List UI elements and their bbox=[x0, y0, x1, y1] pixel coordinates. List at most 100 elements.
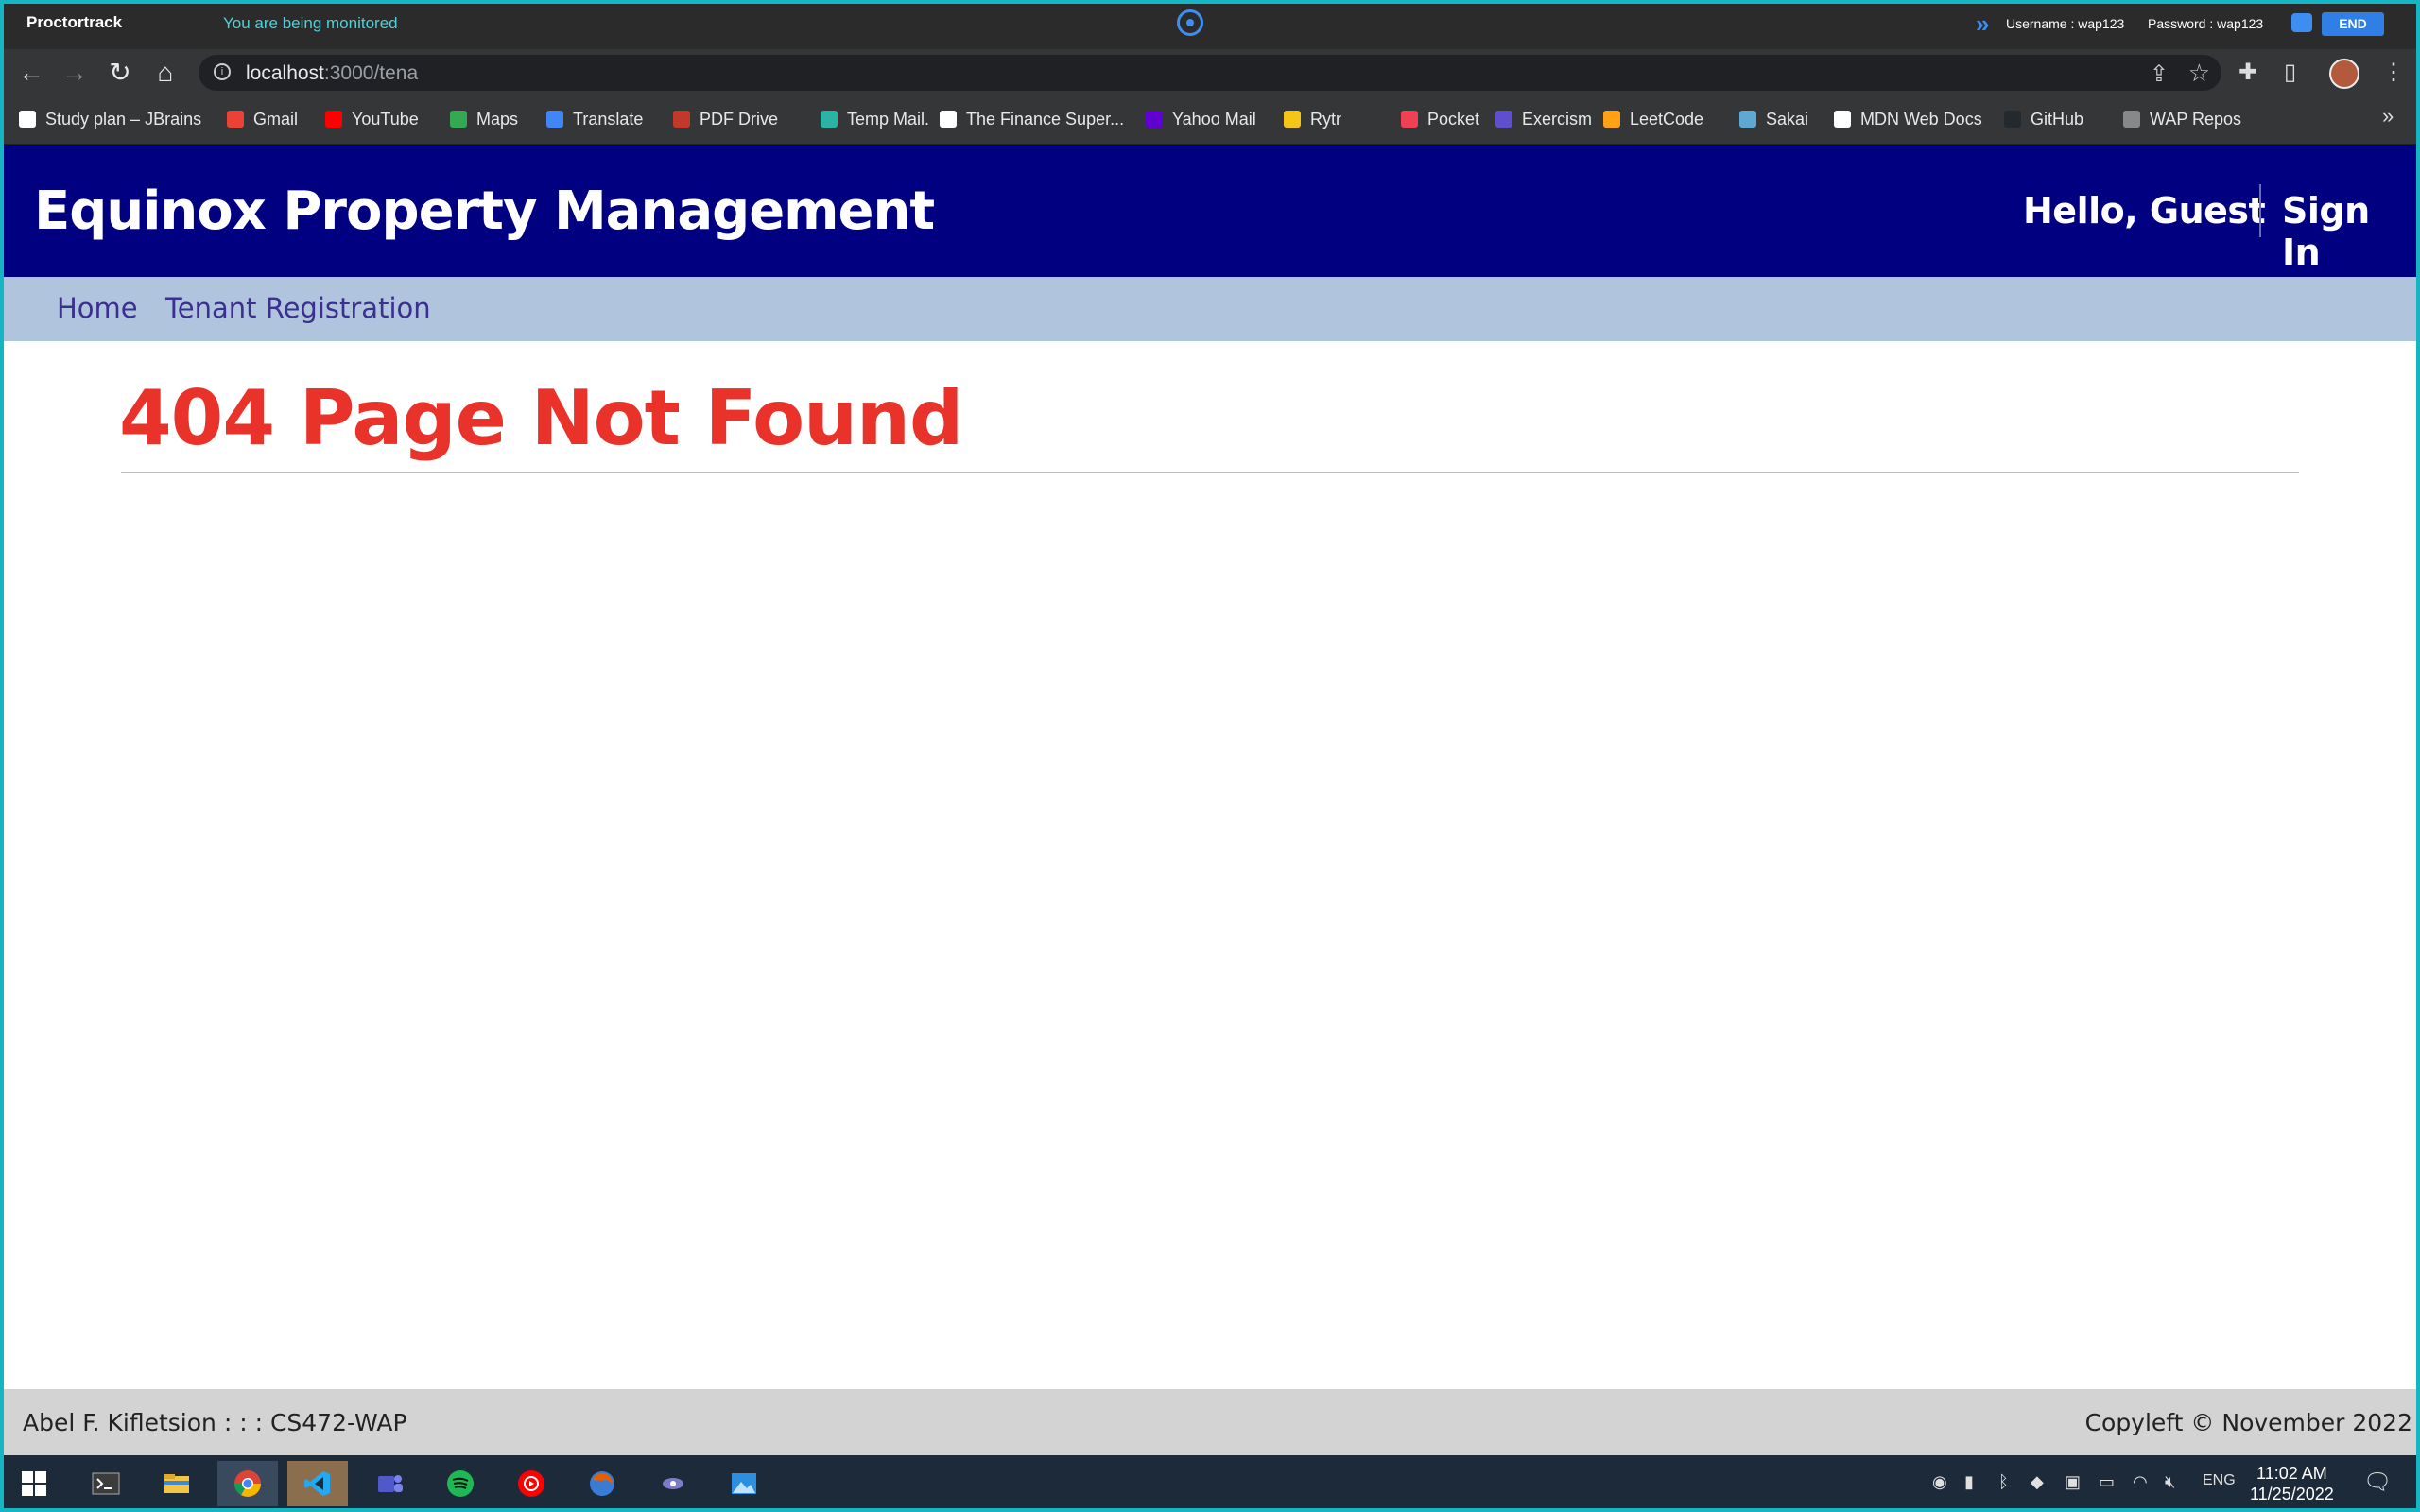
bookmark-label: Maps bbox=[476, 110, 519, 129]
bookmark-favicon-icon bbox=[450, 111, 467, 128]
bookmark-label: The Finance Super... bbox=[966, 110, 1125, 129]
bookmark-item[interactable]: Pocket bbox=[1401, 110, 1479, 129]
tab-indicator bbox=[1106, 0, 1380, 3]
microphone-icon[interactable]: ▮ bbox=[1964, 1472, 1974, 1492]
footer: Abel F. Kifletsion : : : CS472-WAP Copyl… bbox=[4, 1389, 2416, 1455]
taskbar: ◉ ▮ ᛒ ◆ ▣ ▭ ◠ 🔇︎ ENG 11:02 AM 11/25/2022… bbox=[0, 1455, 2420, 1512]
volume-muted-icon[interactable]: 🔇︎ bbox=[2165, 1472, 2175, 1492]
chevron-right-icon[interactable]: » bbox=[1976, 9, 1989, 39]
clock-time: 11:02 AM bbox=[2256, 1464, 2327, 1483]
bookmark-favicon-icon bbox=[821, 111, 838, 128]
page-title: 404 Page Not Found bbox=[119, 374, 963, 462]
bookmark-label: Study plan – JBrains bbox=[45, 110, 202, 129]
bookmark-item[interactable]: WAP Repos bbox=[2123, 110, 2241, 129]
eye-tray-icon[interactable]: ◉ bbox=[1932, 1472, 1947, 1492]
bookmark-favicon-icon bbox=[940, 111, 957, 128]
notifications-icon[interactable]: 🗨︎ bbox=[2363, 1469, 2392, 1496]
bookmark-label: Exercism bbox=[1522, 110, 1593, 129]
reload-icon[interactable]: ↻ bbox=[106, 59, 134, 87]
side-panel-icon[interactable]: ▯ bbox=[2284, 59, 2296, 86]
sign-in-link[interactable]: Sign In bbox=[2282, 190, 2416, 273]
bluetooth-icon[interactable]: ᛒ bbox=[1998, 1472, 2009, 1492]
bookmark-favicon-icon bbox=[2123, 111, 2140, 128]
nav-tenant-registration[interactable]: Tenant Registration bbox=[165, 292, 431, 324]
photos-icon[interactable] bbox=[714, 1461, 774, 1506]
site-info-icon[interactable]: i bbox=[214, 63, 231, 80]
footer-copyright: Copyleft © November 2022 bbox=[2084, 1409, 2412, 1436]
wifi-icon[interactable]: ◠ bbox=[2133, 1472, 2148, 1492]
bookmark-label: GitHub bbox=[2031, 110, 2084, 129]
language-indicator[interactable]: ENG bbox=[2203, 1472, 2236, 1489]
bookmark-label: PDF Drive bbox=[700, 110, 779, 129]
bookmark-label: Rytr bbox=[1310, 110, 1341, 129]
divider bbox=[121, 472, 2299, 473]
proctor-password: Password : wap123 bbox=[2148, 16, 2264, 31]
file-explorer-icon[interactable] bbox=[147, 1461, 207, 1506]
header-divider bbox=[2259, 184, 2261, 237]
bookmark-label: Gmail bbox=[253, 110, 299, 129]
spotify-icon[interactable] bbox=[430, 1461, 491, 1506]
bookmark-favicon-icon bbox=[1603, 111, 1620, 128]
vscode-icon[interactable] bbox=[287, 1461, 348, 1506]
bookmark-favicon-icon bbox=[1401, 111, 1418, 128]
app-title: Equinox Property Management bbox=[34, 180, 935, 242]
home-icon[interactable]: ⌂ bbox=[151, 59, 180, 87]
end-button[interactable]: END bbox=[2322, 12, 2384, 36]
bookmark-favicon-icon bbox=[2004, 111, 2021, 128]
bookmark-label: Pocket bbox=[1427, 110, 1480, 129]
bookmark-favicon-icon bbox=[227, 111, 244, 128]
bookmark-item[interactable]: Exercism bbox=[1495, 110, 1592, 129]
share-icon[interactable]: ⇪ bbox=[2150, 60, 2169, 88]
clock[interactable]: 11:02 AM 11/25/2022 bbox=[2250, 1463, 2334, 1504]
bookmark-item[interactable]: Yahoo Mail bbox=[1146, 110, 1256, 129]
youtube-music-icon[interactable] bbox=[501, 1461, 562, 1506]
proctortrack-icon[interactable] bbox=[643, 1461, 703, 1506]
bookmark-item[interactable]: Translate bbox=[546, 110, 643, 129]
bookmark-favicon-icon bbox=[1834, 111, 1851, 128]
bookmark-item[interactable]: GitHub bbox=[2004, 110, 2083, 129]
forward-icon[interactable]: → bbox=[60, 59, 89, 87]
app-header: Equinox Property Management Hello, Guest… bbox=[4, 145, 2416, 277]
bookmark-favicon-icon bbox=[1739, 111, 1756, 128]
bookmark-item[interactable]: Sakai bbox=[1739, 110, 1808, 129]
bookmark-item[interactable]: Temp Mail. bbox=[821, 110, 929, 129]
bookmark-label: LeetCode bbox=[1630, 110, 1704, 129]
bookmark-item[interactable]: PDF Drive bbox=[673, 110, 778, 129]
address-bar[interactable]: i localhost:3000/tena ⇪ ☆ bbox=[199, 55, 2221, 91]
bookmark-item[interactable]: Maps bbox=[450, 110, 518, 129]
battery-icon[interactable]: ▭ bbox=[2099, 1472, 2115, 1492]
browser-menu-icon[interactable]: ⋮ bbox=[2382, 59, 2405, 86]
nav-home[interactable]: Home bbox=[57, 292, 138, 324]
greeting: Hello, Guest bbox=[2023, 190, 2266, 232]
app-tray-icon[interactable]: ▣ bbox=[2065, 1472, 2081, 1492]
more-bookmarks-icon[interactable]: » bbox=[2382, 104, 2394, 129]
avatar[interactable] bbox=[2329, 59, 2360, 89]
bookmark-label: Yahoo Mail bbox=[1172, 110, 1256, 129]
bookmark-item[interactable]: LeetCode bbox=[1603, 110, 1703, 129]
bookmark-item[interactable]: MDN Web Docs bbox=[1834, 110, 1982, 129]
bookmark-label: Translate bbox=[573, 110, 644, 129]
bookmark-item[interactable]: Gmail bbox=[227, 110, 298, 129]
app-nav: Home Tenant Registration bbox=[4, 277, 2416, 341]
bookmark-item[interactable]: Study plan – JBrains bbox=[19, 110, 201, 129]
bookmark-label: Temp Mail. bbox=[847, 110, 930, 129]
proctortrack-bar: Proctortrack You are being monitored » U… bbox=[0, 0, 2420, 49]
terminal-icon[interactable] bbox=[76, 1461, 136, 1506]
firefox-icon[interactable] bbox=[572, 1461, 632, 1506]
bookmark-favicon-icon bbox=[546, 111, 563, 128]
url-text[interactable]: localhost:3000/tena bbox=[246, 62, 418, 85]
teams-icon[interactable] bbox=[359, 1461, 420, 1506]
bookmark-item[interactable]: The Finance Super... bbox=[940, 110, 1124, 129]
back-icon[interactable]: ← bbox=[17, 59, 45, 87]
extensions-icon[interactable]: ✚ bbox=[2238, 59, 2257, 86]
chrome-icon[interactable] bbox=[217, 1461, 278, 1506]
chat-icon[interactable] bbox=[2291, 13, 2312, 32]
bookmark-item[interactable]: YouTube bbox=[325, 110, 419, 129]
bookmark-item[interactable]: Rytr bbox=[1284, 110, 1341, 129]
bookmark-label: WAP Repos bbox=[2150, 110, 2242, 129]
bookmark-favicon-icon bbox=[19, 111, 36, 128]
bookmark-label: MDN Web Docs bbox=[1860, 110, 1982, 129]
bookmark-star-icon[interactable]: ☆ bbox=[2188, 59, 2210, 88]
security-shield-icon[interactable]: ◆ bbox=[2031, 1472, 2044, 1492]
windows-start-icon[interactable] bbox=[4, 1461, 64, 1506]
